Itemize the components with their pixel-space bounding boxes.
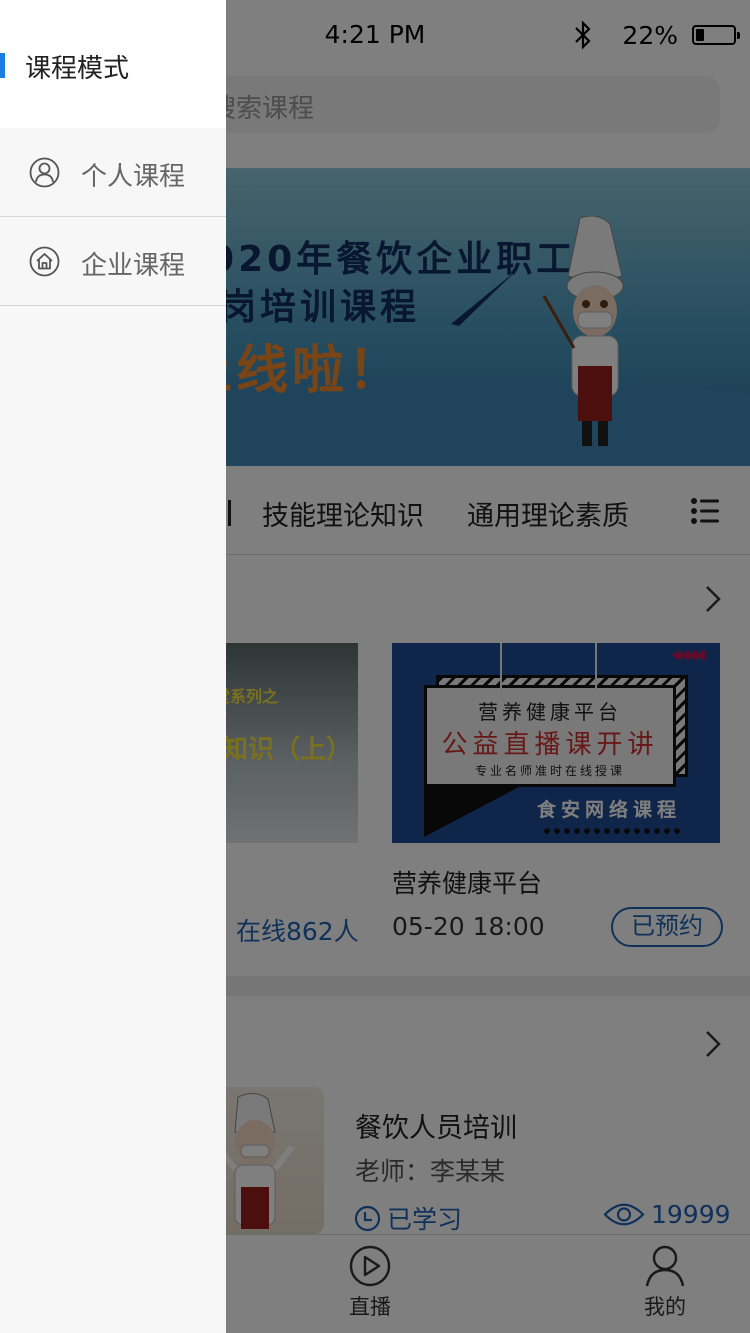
drawer-item-label: 企业课程	[81, 251, 186, 281]
drawer-title: 课程模式	[25, 54, 130, 84]
drawer-item-label: 个人课程	[81, 162, 186, 192]
drawer-item-personal-courses[interactable]: 个人课程	[0, 128, 226, 217]
course-mode-drawer: 课程模式 个人课程 企业课程	[0, 0, 226, 1333]
drawer-accent-bar	[0, 53, 5, 78]
user-circle-icon	[29, 157, 60, 188]
drawer-header: 课程模式	[0, 0, 226, 128]
home-circle-icon	[29, 246, 60, 277]
drawer-item-enterprise-courses[interactable]: 企业课程	[0, 217, 226, 306]
